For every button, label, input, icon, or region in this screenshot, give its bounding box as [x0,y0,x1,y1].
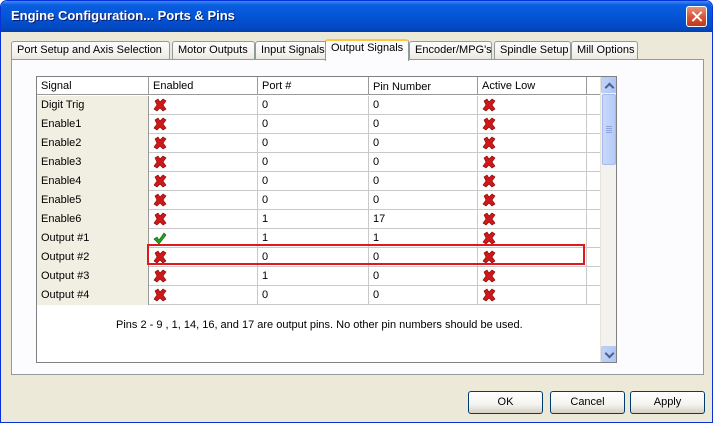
pin-number-cell[interactable]: 0 [369,267,478,286]
tab-mill-options[interactable]: Mill Options [571,41,638,60]
port-cell[interactable]: 0 [258,248,369,267]
engine-configuration-dialog: Engine Configuration... Ports & Pins Por… [0,0,713,423]
table-row[interactable]: Enable4 0 0 [37,172,602,191]
tab-spindle-setup[interactable]: Spindle Setup [494,41,571,60]
table-row[interactable]: Enable6 1 17 [37,210,602,229]
port-cell[interactable]: 0 [258,191,369,210]
port-cell[interactable]: 0 [258,115,369,134]
ok-button[interactable]: OK [468,391,543,414]
signal-cell: Enable5 [37,191,149,210]
active-low-cell[interactable] [478,267,587,286]
active-low-cell[interactable] [478,134,587,153]
column-header-enabled[interactable]: Enabled [149,77,258,95]
scroll-up-icon[interactable] [601,77,616,93]
title-bar[interactable]: Engine Configuration... Ports & Pins [1,1,712,32]
signal-cell: Enable3 [37,153,149,172]
column-header-pin-number[interactable]: Pin Number [369,77,478,95]
enabled-cell[interactable] [149,153,258,172]
active-low-cell[interactable] [478,172,587,191]
active-low-cell[interactable] [478,96,587,115]
port-cell[interactable]: 0 [258,153,369,172]
signal-cell: Output #1 [37,229,149,248]
scroll-thumb[interactable] [602,94,616,165]
pin-number-cell[interactable]: 17 [369,210,478,229]
port-cell[interactable]: 1 [258,210,369,229]
scroll-down-icon[interactable] [601,346,616,362]
port-cell[interactable]: 0 [258,172,369,191]
pin-number-cell[interactable]: 0 [369,286,478,305]
table-row[interactable]: Output #3 1 0 [37,267,602,286]
window-title: Engine Configuration... Ports & Pins [11,8,235,23]
active-low-cell[interactable] [478,191,587,210]
signal-cell: Output #3 [37,267,149,286]
vertical-scrollbar[interactable] [600,77,616,362]
table-row[interactable]: Output #2 0 0 [37,248,602,267]
column-header-port[interactable]: Port # [258,77,369,95]
pin-number-cell[interactable]: 0 [369,115,478,134]
port-cell[interactable]: 0 [258,286,369,305]
enabled-cell[interactable] [149,96,258,115]
table-row[interactable]: Output #4 0 0 [37,286,602,305]
pin-number-cell[interactable]: 0 [369,248,478,267]
enabled-cell[interactable] [149,286,258,305]
output-signals-panel: Signal Enabled Port # Pin Number Active … [11,59,704,375]
active-low-cell[interactable] [478,286,587,305]
table-row[interactable]: Enable1 0 0 [37,115,602,134]
pin-number-cell[interactable]: 0 [369,153,478,172]
cancel-button[interactable]: Cancel [550,391,625,414]
enabled-cell[interactable] [149,210,258,229]
port-cell[interactable]: 1 [258,267,369,286]
signal-cell: Enable1 [37,115,149,134]
enabled-cell[interactable] [149,229,258,248]
port-cell[interactable]: 0 [258,134,369,153]
active-low-cell[interactable] [478,229,587,248]
tab-input-signals[interactable]: Input Signals [255,41,327,60]
enabled-cell[interactable] [149,191,258,210]
apply-button[interactable]: Apply [630,391,705,414]
enabled-cell[interactable] [149,248,258,267]
port-cell[interactable]: 0 [258,96,369,115]
enabled-cell[interactable] [149,115,258,134]
table-row[interactable]: Enable3 0 0 [37,153,602,172]
signal-cell: Digit Trig [37,96,149,115]
enabled-cell[interactable] [149,172,258,191]
tab-motor-outputs[interactable]: Motor Outputs [172,41,255,60]
pin-number-cell[interactable]: 0 [369,96,478,115]
close-icon[interactable] [686,6,707,27]
tab-strip: Port Setup and Axis Selection Motor Outp… [11,39,651,61]
signal-cell: Enable4 [37,172,149,191]
enabled-cell[interactable] [149,267,258,286]
signal-cell: Output #4 [37,286,149,305]
grid-header: Signal Enabled Port # Pin Number Active … [37,77,602,95]
table-row[interactable]: Enable2 0 0 [37,134,602,153]
pin-number-cell[interactable]: 0 [369,191,478,210]
pin-number-cell[interactable]: 0 [369,172,478,191]
pin-number-cell[interactable]: 0 [369,134,478,153]
table-row[interactable]: Output #1 1 1 [37,229,602,248]
signal-cell: Output #2 [37,248,149,267]
enabled-cell[interactable] [149,134,258,153]
active-low-cell[interactable] [478,115,587,134]
active-low-cell[interactable] [478,153,587,172]
active-low-cell[interactable] [478,248,587,267]
tab-encoder-mpg[interactable]: Encoder/MPG's [409,41,492,60]
table-row[interactable]: Digit Trig 0 0 [37,96,602,115]
tab-output-signals[interactable]: Output Signals [325,39,409,61]
port-cell[interactable]: 1 [258,229,369,248]
pin-number-cell[interactable]: 1 [369,229,478,248]
column-header-active-low[interactable]: Active Low [478,77,587,95]
signal-cell: Enable6 [37,210,149,229]
active-low-cell[interactable] [478,210,587,229]
table-row[interactable]: Enable5 0 0 [37,191,602,210]
column-header-signal[interactable]: Signal [37,77,149,95]
signal-cell: Enable2 [37,134,149,153]
tab-port-setup[interactable]: Port Setup and Axis Selection [11,41,170,60]
output-pins-note: Pins 2 - 9 , 1, 14, 16, and 17 are outpu… [116,319,523,331]
